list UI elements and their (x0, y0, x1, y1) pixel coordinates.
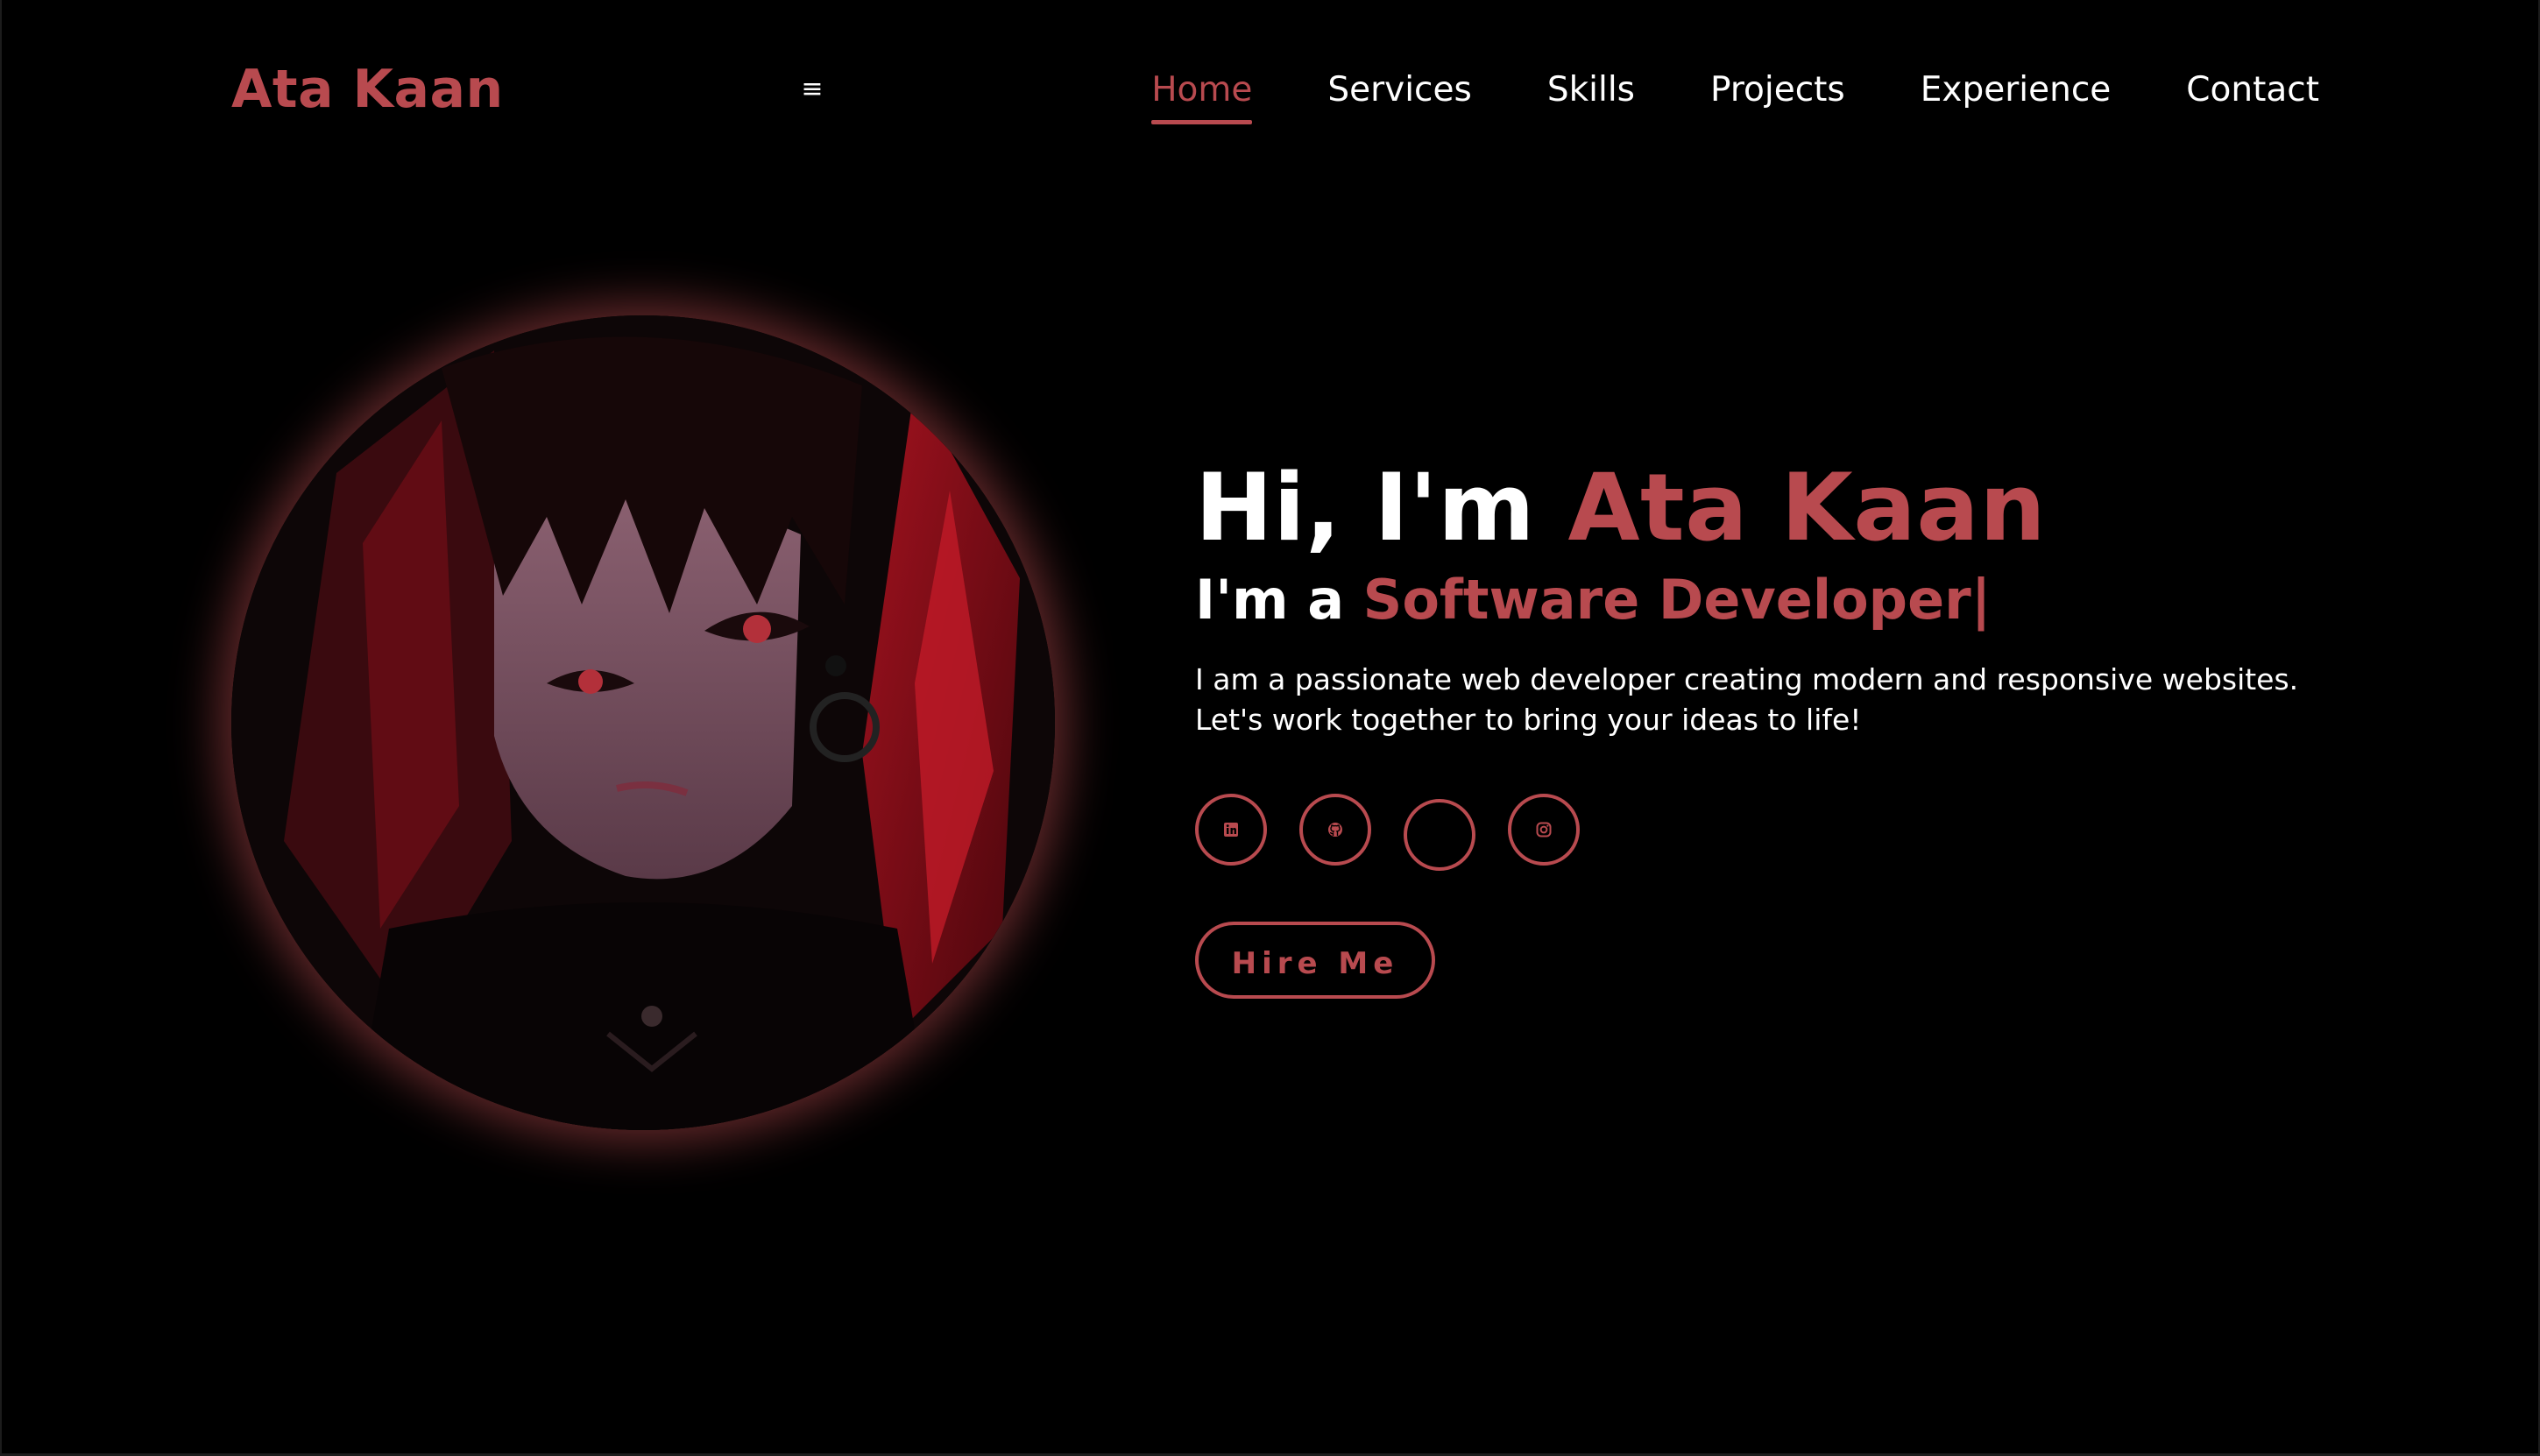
nav-projects[interactable]: Projects (1710, 61, 1845, 123)
empty-link[interactable] (1404, 799, 1475, 871)
hero-role: Software Developer| (1362, 568, 1992, 632)
site-logo[interactable]: Ata Kaan (231, 54, 504, 124)
nav-home[interactable]: Home (1151, 61, 1253, 124)
profile-avatar (231, 315, 1055, 1130)
hero-role-prefix: I'm a (1195, 568, 1363, 632)
instagram-icon (1536, 822, 1552, 838)
github-icon (1328, 823, 1342, 837)
hero-title: Hi, I'm Ata Kaan (1195, 451, 2334, 565)
nav-contact[interactable]: Contact (2186, 61, 2319, 123)
linkedin-icon (1224, 823, 1238, 837)
main-nav: Home Services Skills Projects Experience… (1076, 61, 2319, 124)
hero-section: Hi, I'm Ata Kaan I'm a Software Develope… (1195, 451, 2334, 769)
instagram-link[interactable] (1508, 794, 1580, 866)
hero-name: Ata Kaan (1567, 454, 2047, 562)
hero-description: I am a passionate web developer creating… (1195, 662, 2299, 737)
nav-skills[interactable]: Skills (1547, 61, 1635, 123)
nav-services[interactable]: Services (1327, 61, 1471, 123)
page: Ata Kaan ≡ Home Services Skills Projects… (0, 0, 2540, 1456)
avatar-illustration (231, 315, 1055, 1130)
linkedin-link[interactable] (1195, 794, 1267, 866)
github-link[interactable] (1299, 794, 1371, 866)
hire-me-button[interactable]: Hire Me (1195, 922, 1435, 999)
hero-greeting: Hi, I'm (1195, 454, 1568, 562)
empty-icon (1431, 826, 1448, 844)
nav-experience[interactable]: Experience (1921, 61, 2112, 123)
social-links (1195, 794, 1612, 871)
hero-subtitle: I'm a Software Developer| (1195, 565, 2334, 635)
menu-toggle-icon[interactable]: ≡ (799, 72, 825, 107)
